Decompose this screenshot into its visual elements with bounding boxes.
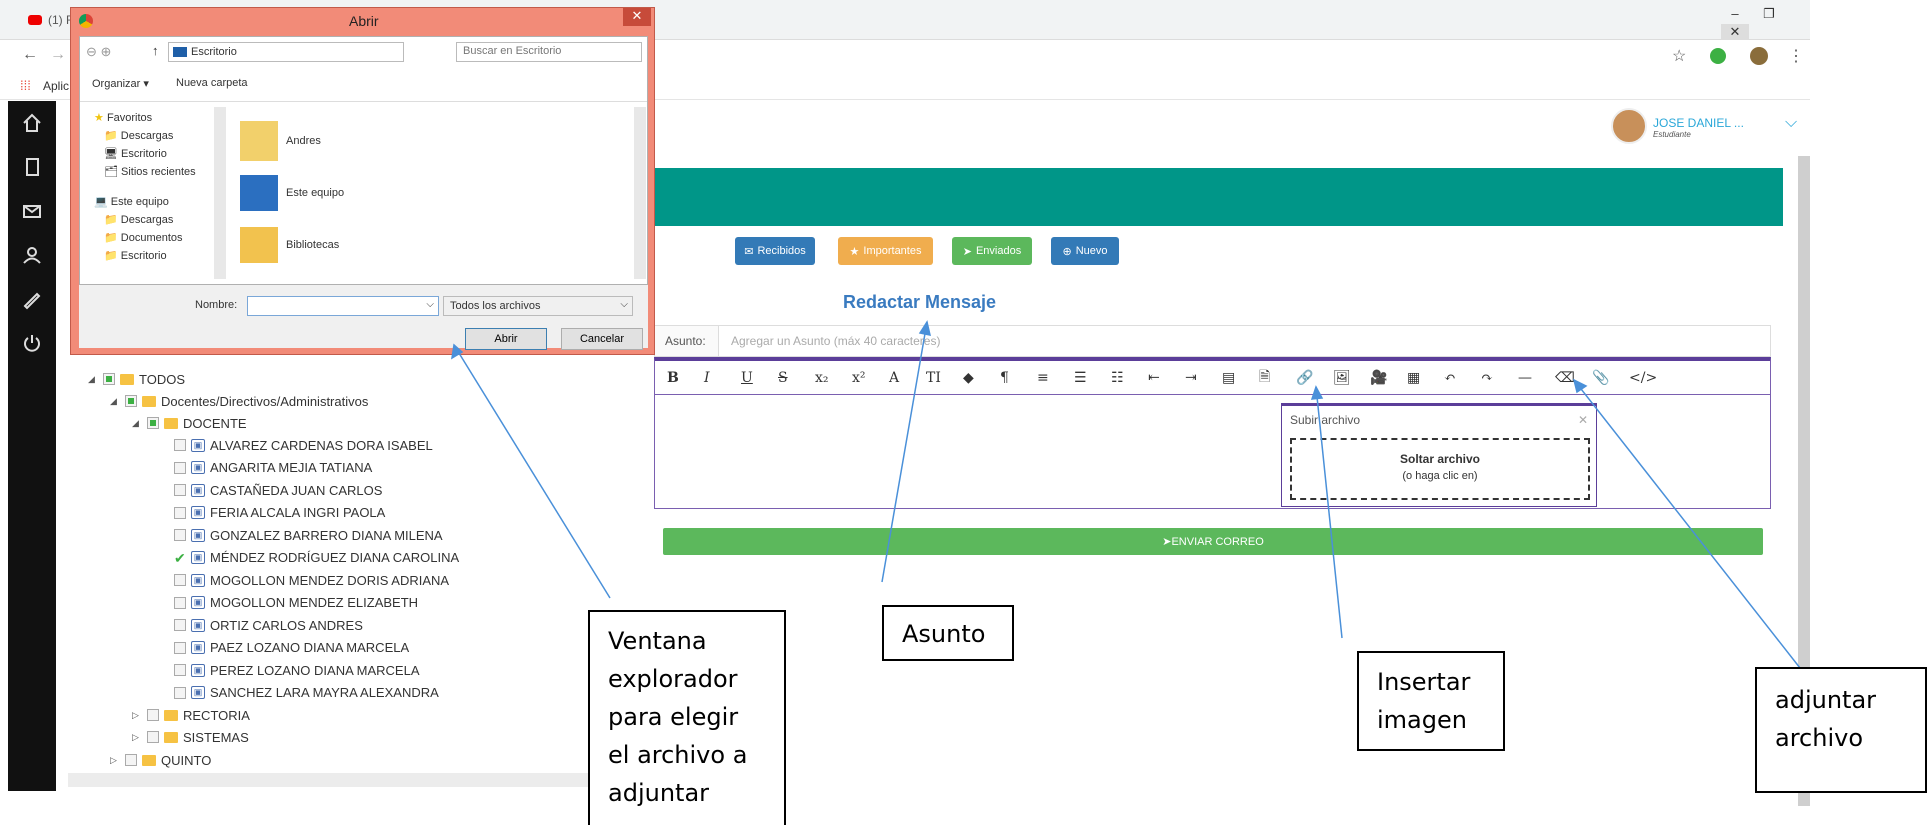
callout-subject: Asunto [882,605,1014,661]
callout-image: Insertar imagen [1357,651,1505,751]
subject-arrow-head [918,320,931,336]
subject-arrow [881,321,928,583]
attach-arrow [1573,379,1801,669]
callout-explorer: Ventana explorador para elegir el archiv… [588,610,786,825]
attach-arrow-head [1572,378,1588,394]
callout-arrows [451,320,1801,669]
callout-attach: adjuntar archivo [1755,667,1927,793]
explorer-arrow [453,344,611,599]
image-arrow [1315,386,1343,639]
image-arrow-head [1310,385,1324,400]
